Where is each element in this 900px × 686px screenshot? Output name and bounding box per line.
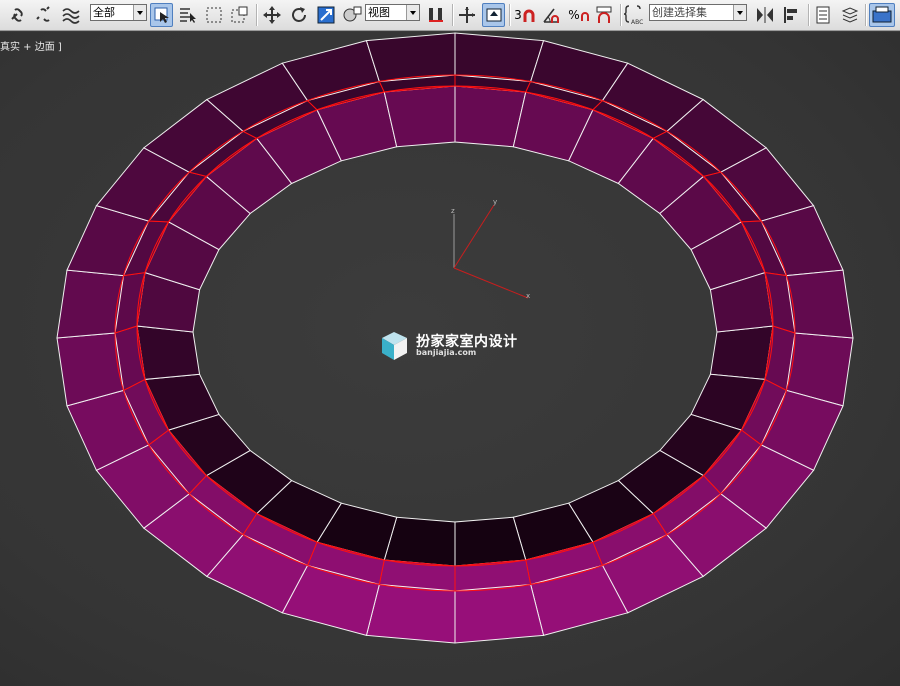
watermark-subtitle: banjiajia.com bbox=[416, 348, 477, 357]
outer-ring-face[interactable] bbox=[785, 269, 854, 339]
outer-ring-face[interactable] bbox=[365, 32, 456, 83]
banjiajia-logo-icon bbox=[382, 332, 407, 360]
axis-y-label: y bbox=[493, 198, 498, 206]
inner-wall-face[interactable] bbox=[454, 516, 527, 567]
axis-x-label: x bbox=[526, 292, 531, 300]
axis-z-label: z bbox=[451, 207, 455, 215]
inner-wall-face[interactable] bbox=[709, 325, 774, 380]
viewport-label[interactable]: 真实 + 边面 ] bbox=[0, 38, 62, 53]
outer-ring-face[interactable] bbox=[454, 583, 545, 644]
inner-wall-face[interactable] bbox=[383, 85, 456, 148]
inner-wall-face[interactable] bbox=[136, 325, 201, 380]
outer-ring-face[interactable] bbox=[454, 32, 545, 83]
outer-ring-face[interactable] bbox=[56, 269, 125, 339]
view-axis-tripod bbox=[453, 204, 529, 299]
outer-ring-face[interactable] bbox=[365, 583, 456, 644]
